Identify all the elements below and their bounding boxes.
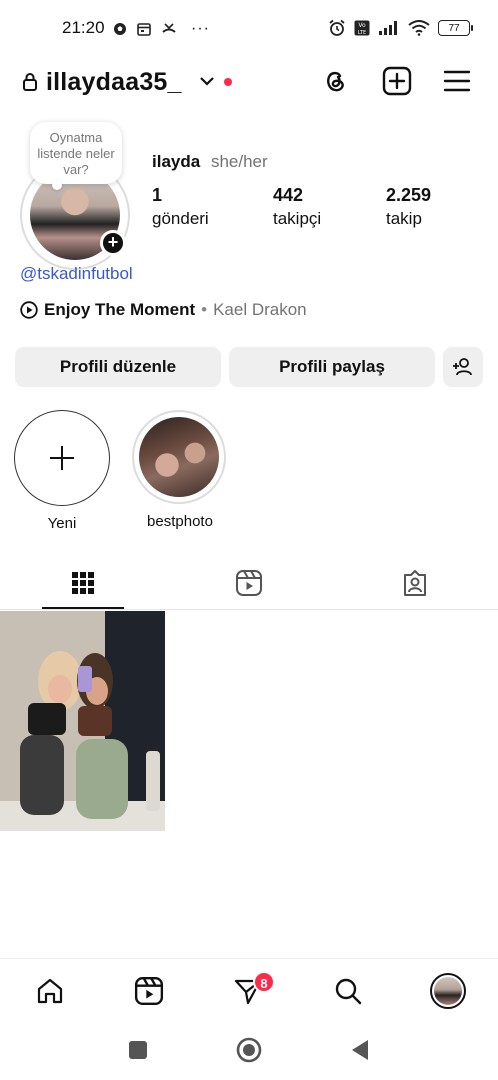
home-system-button[interactable]: [236, 1037, 262, 1063]
status-bar: 21:20 ··· Vo LTE 77: [0, 0, 498, 58]
nav-profile[interactable]: [428, 971, 468, 1011]
create-post-button[interactable]: [380, 64, 414, 98]
status-time: 21:20: [62, 18, 105, 37]
notification-dot: [224, 78, 232, 86]
highlight-image: [139, 417, 219, 497]
back-triangle-icon: [352, 1040, 368, 1060]
svg-text:LTE: LTE: [358, 30, 366, 36]
missed-call-icon: [161, 22, 177, 36]
username-switcher[interactable]: illaydaa35_: [46, 68, 182, 97]
bottom-navigation: 8: [0, 958, 498, 1022]
threads-profile-link[interactable]: @tskadinfutbol: [20, 264, 133, 284]
profile-music[interactable]: Enjoy The Moment • Kael Drakon: [20, 300, 307, 320]
search-icon: [335, 978, 362, 1005]
display-name: ilayda she/her: [152, 152, 268, 172]
signal-icon: [378, 20, 400, 36]
threads-icon: [327, 71, 344, 92]
volte-icon: Vo LTE: [354, 20, 370, 36]
lock-icon: [22, 72, 38, 97]
system-navigation-bar: [0, 1030, 498, 1070]
add-person-icon: [453, 358, 472, 376]
reels-icon: [134, 976, 164, 1006]
profile-tabs: [0, 556, 498, 610]
play-circle-icon: [20, 301, 38, 319]
status-icons-right: Vo LTE 77: [328, 19, 473, 37]
chevron-down-icon[interactable]: [199, 74, 215, 92]
stat-label: takip: [386, 209, 422, 228]
grid-icon: [72, 572, 94, 594]
threads-button[interactable]: [318, 64, 352, 98]
highlight-new[interactable]: Yeni: [14, 410, 110, 532]
reels-icon: [236, 570, 262, 596]
tab-tagged[interactable]: [332, 556, 498, 610]
hamburger-menu-icon: [443, 70, 471, 92]
back-button[interactable]: [350, 1039, 370, 1061]
alarm-icon: [328, 19, 346, 37]
recent-apps-button[interactable]: [128, 1040, 148, 1060]
more-notifications-icon: ···: [191, 20, 210, 37]
menu-button[interactable]: [440, 64, 474, 98]
circle-home-icon: [236, 1037, 262, 1063]
music-artist: Kael Drakon: [213, 300, 307, 319]
highlight-label: bestphoto: [147, 513, 213, 530]
nav-home[interactable]: [30, 971, 70, 1011]
share-profile-button[interactable]: Profili paylaş: [229, 347, 435, 387]
display-name-text: ilayda: [152, 152, 201, 171]
post-thumbnail[interactable]: [0, 611, 165, 831]
wifi-icon: [408, 20, 430, 36]
post-image: [0, 611, 165, 831]
square-icon: [129, 1041, 147, 1059]
svg-text:Vo: Vo: [358, 22, 366, 29]
dm-unread-badge: 8: [253, 971, 275, 993]
stat-label: takipçi: [273, 209, 322, 228]
stat-posts[interactable]: 1 gönderi: [152, 185, 209, 229]
edit-profile-button[interactable]: Profili düzenle: [15, 347, 221, 387]
highlight-photo: [132, 410, 226, 504]
highlight-bestphoto[interactable]: bestphoto: [132, 410, 228, 530]
soccer-ball-icon: [113, 22, 127, 36]
nav-search[interactable]: [328, 971, 368, 1011]
pronouns: she/her: [210, 152, 268, 171]
battery-indicator: 77: [438, 20, 473, 36]
home-icon: [37, 978, 63, 1004]
stat-label: gönderi: [152, 209, 209, 228]
stat-value: 2.259: [386, 185, 432, 205]
stat-followers[interactable]: 442 takipçi: [273, 185, 321, 229]
stat-value: 442: [273, 185, 304, 205]
profile-avatar-image: [434, 977, 462, 1005]
music-title: Enjoy The Moment: [44, 300, 196, 319]
add-square-icon: [382, 66, 412, 96]
discover-people-button[interactable]: [443, 347, 483, 387]
calendar-icon: [137, 22, 151, 36]
tab-posts-grid[interactable]: [0, 556, 166, 610]
stat-following[interactable]: 2.259 takip: [386, 185, 431, 229]
profile-avatar-icon: [430, 973, 466, 1009]
note-bubble[interactable]: Oynatma listende neler var?: [30, 122, 122, 190]
plus-icon: [50, 446, 74, 470]
add-story-plus-icon[interactable]: +: [100, 230, 126, 256]
profile-header: illaydaa35_: [0, 60, 498, 106]
stat-value: 1: [152, 185, 163, 205]
music-separator: •: [201, 300, 208, 319]
active-tab-indicator: [42, 607, 124, 609]
new-highlight-circle: [14, 410, 110, 506]
tab-reels[interactable]: [166, 556, 332, 610]
highlight-label: Yeni: [47, 515, 77, 532]
tagged-person-icon: [404, 570, 426, 596]
status-icons-left: ···: [113, 20, 210, 38]
nav-reels[interactable]: [129, 971, 169, 1011]
